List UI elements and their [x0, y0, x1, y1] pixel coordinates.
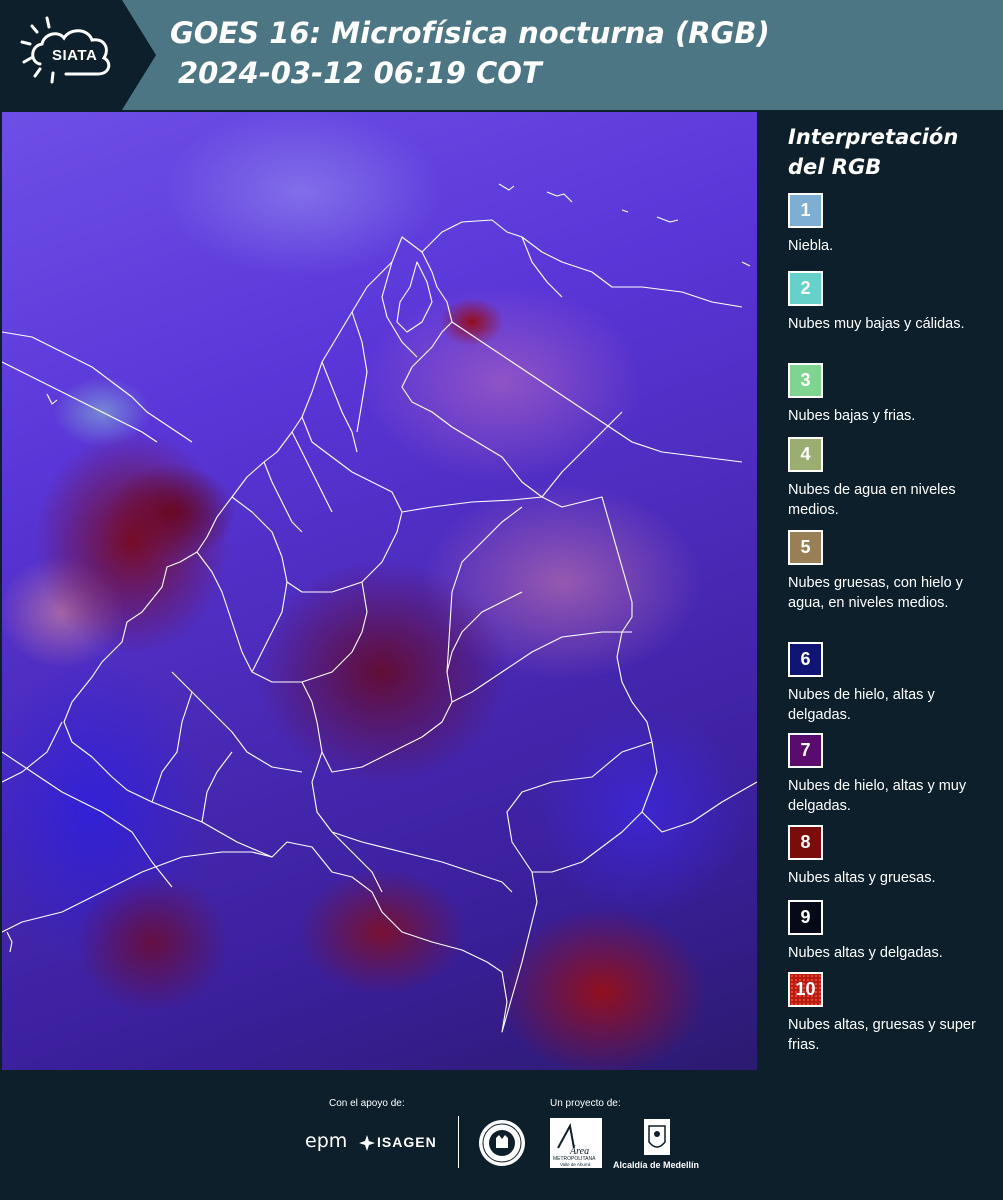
legend-label-1: Niebla.	[788, 238, 834, 254]
medellin-shield-icon	[644, 1119, 670, 1155]
legend-swatch-6: 6	[788, 642, 823, 677]
legend-item-2: 2 Nubes muy bajas y cálidas.	[788, 271, 998, 334]
legend-item-4: 4 Nubes de agua en niveles medios.	[788, 437, 998, 520]
header-bar: SIATA GOES 16: Microfísica nocturna (RGB…	[0, 0, 1003, 110]
satellite-map	[2, 112, 757, 1070]
legend-panel: Interpretación del RGB 1 Niebla. 2 Nubes…	[760, 110, 1003, 1070]
brazil-border	[641, 741, 757, 833]
university-seal-icon	[479, 1120, 525, 1166]
legend-label-3: Nubes bajas y frias.	[788, 408, 916, 424]
support-label: Con el apoyo de:	[329, 1098, 405, 1109]
siata-logo-text: SIATA	[52, 47, 98, 64]
alcaldia-label: Alcaldía de Medellín	[613, 1160, 700, 1170]
colombia-border	[63, 236, 653, 1033]
isagen-icon	[359, 1135, 375, 1151]
pacific-coast	[2, 721, 63, 783]
legend-label-7: Nubes de hielo, altas y muy delgadas.	[788, 778, 967, 814]
footer-bar: Con el apoyo de: Un proyecto de: epm ISA…	[0, 1070, 1003, 1200]
legend-swatch-2: 2	[788, 271, 823, 306]
legend-label-6: Nubes de hielo, altas y delgadas.	[788, 687, 935, 723]
legend-swatch-4: 4	[788, 437, 823, 472]
south-border	[2, 851, 273, 933]
page-title: GOES 16: Microfísica nocturna (RGB)	[170, 16, 770, 50]
panama-coast	[2, 331, 193, 443]
borders-overlay	[2, 183, 757, 1033]
area-logo-subtext2: Valle de Aburrá	[560, 1162, 591, 1167]
legend-label-8: Nubes altas y gruesas.	[788, 870, 936, 886]
page-timestamp: 2024-03-12 06:19 COT	[178, 56, 542, 90]
legend-item-1: 1 Niebla.	[788, 193, 998, 256]
siata-logo: SIATA	[0, 0, 156, 110]
legend-swatch-3: 3	[788, 363, 823, 398]
legend-label-5: Nubes gruesas, con hielo y agua, en nive…	[788, 575, 963, 611]
legend-item-6: 6 Nubes de hielo, altas y delgadas.	[788, 642, 998, 725]
legend-item-10: 10 Nubes altas, gruesas y super frias.	[788, 972, 998, 1055]
legend-label-9: Nubes altas y delgadas.	[788, 945, 943, 961]
venezuela-coast	[421, 219, 743, 308]
legend-swatch-5: 5	[788, 530, 823, 565]
legend-swatch-10: 10	[788, 972, 823, 1007]
legend-item-5: 5 Nubes gruesas, con hielo y agua, en ni…	[788, 530, 998, 613]
legend-item-8: 8 Nubes altas y gruesas.	[788, 825, 998, 888]
legend-swatch-7: 7	[788, 733, 823, 768]
legend-label-2: Nubes muy bajas y cálidas.	[788, 316, 965, 332]
legend-label-4: Nubes de agua en niveles medios.	[788, 482, 956, 518]
legend-item-7: 7 Nubes de hielo, altas y muy delgadas.	[788, 733, 998, 816]
footer-divider	[458, 1116, 459, 1168]
epm-logo: epm	[305, 1130, 348, 1152]
legend-item-9: 9 Nubes altas y delgadas.	[788, 900, 998, 963]
project-label: Un proyecto de:	[550, 1098, 621, 1109]
legend-swatch-1: 1	[788, 193, 823, 228]
legend-title: Interpretación del RGB	[788, 125, 959, 179]
legend-item-3: 3 Nubes bajas y frias.	[788, 363, 998, 426]
legend-label-10: Nubes altas, gruesas y super frias.	[788, 1017, 976, 1053]
legend-swatch-8: 8	[788, 825, 823, 860]
lake-maracaibo	[396, 261, 433, 333]
isagen-logo: ISAGEN	[377, 1134, 437, 1150]
legend-swatch-9: 9	[788, 900, 823, 935]
